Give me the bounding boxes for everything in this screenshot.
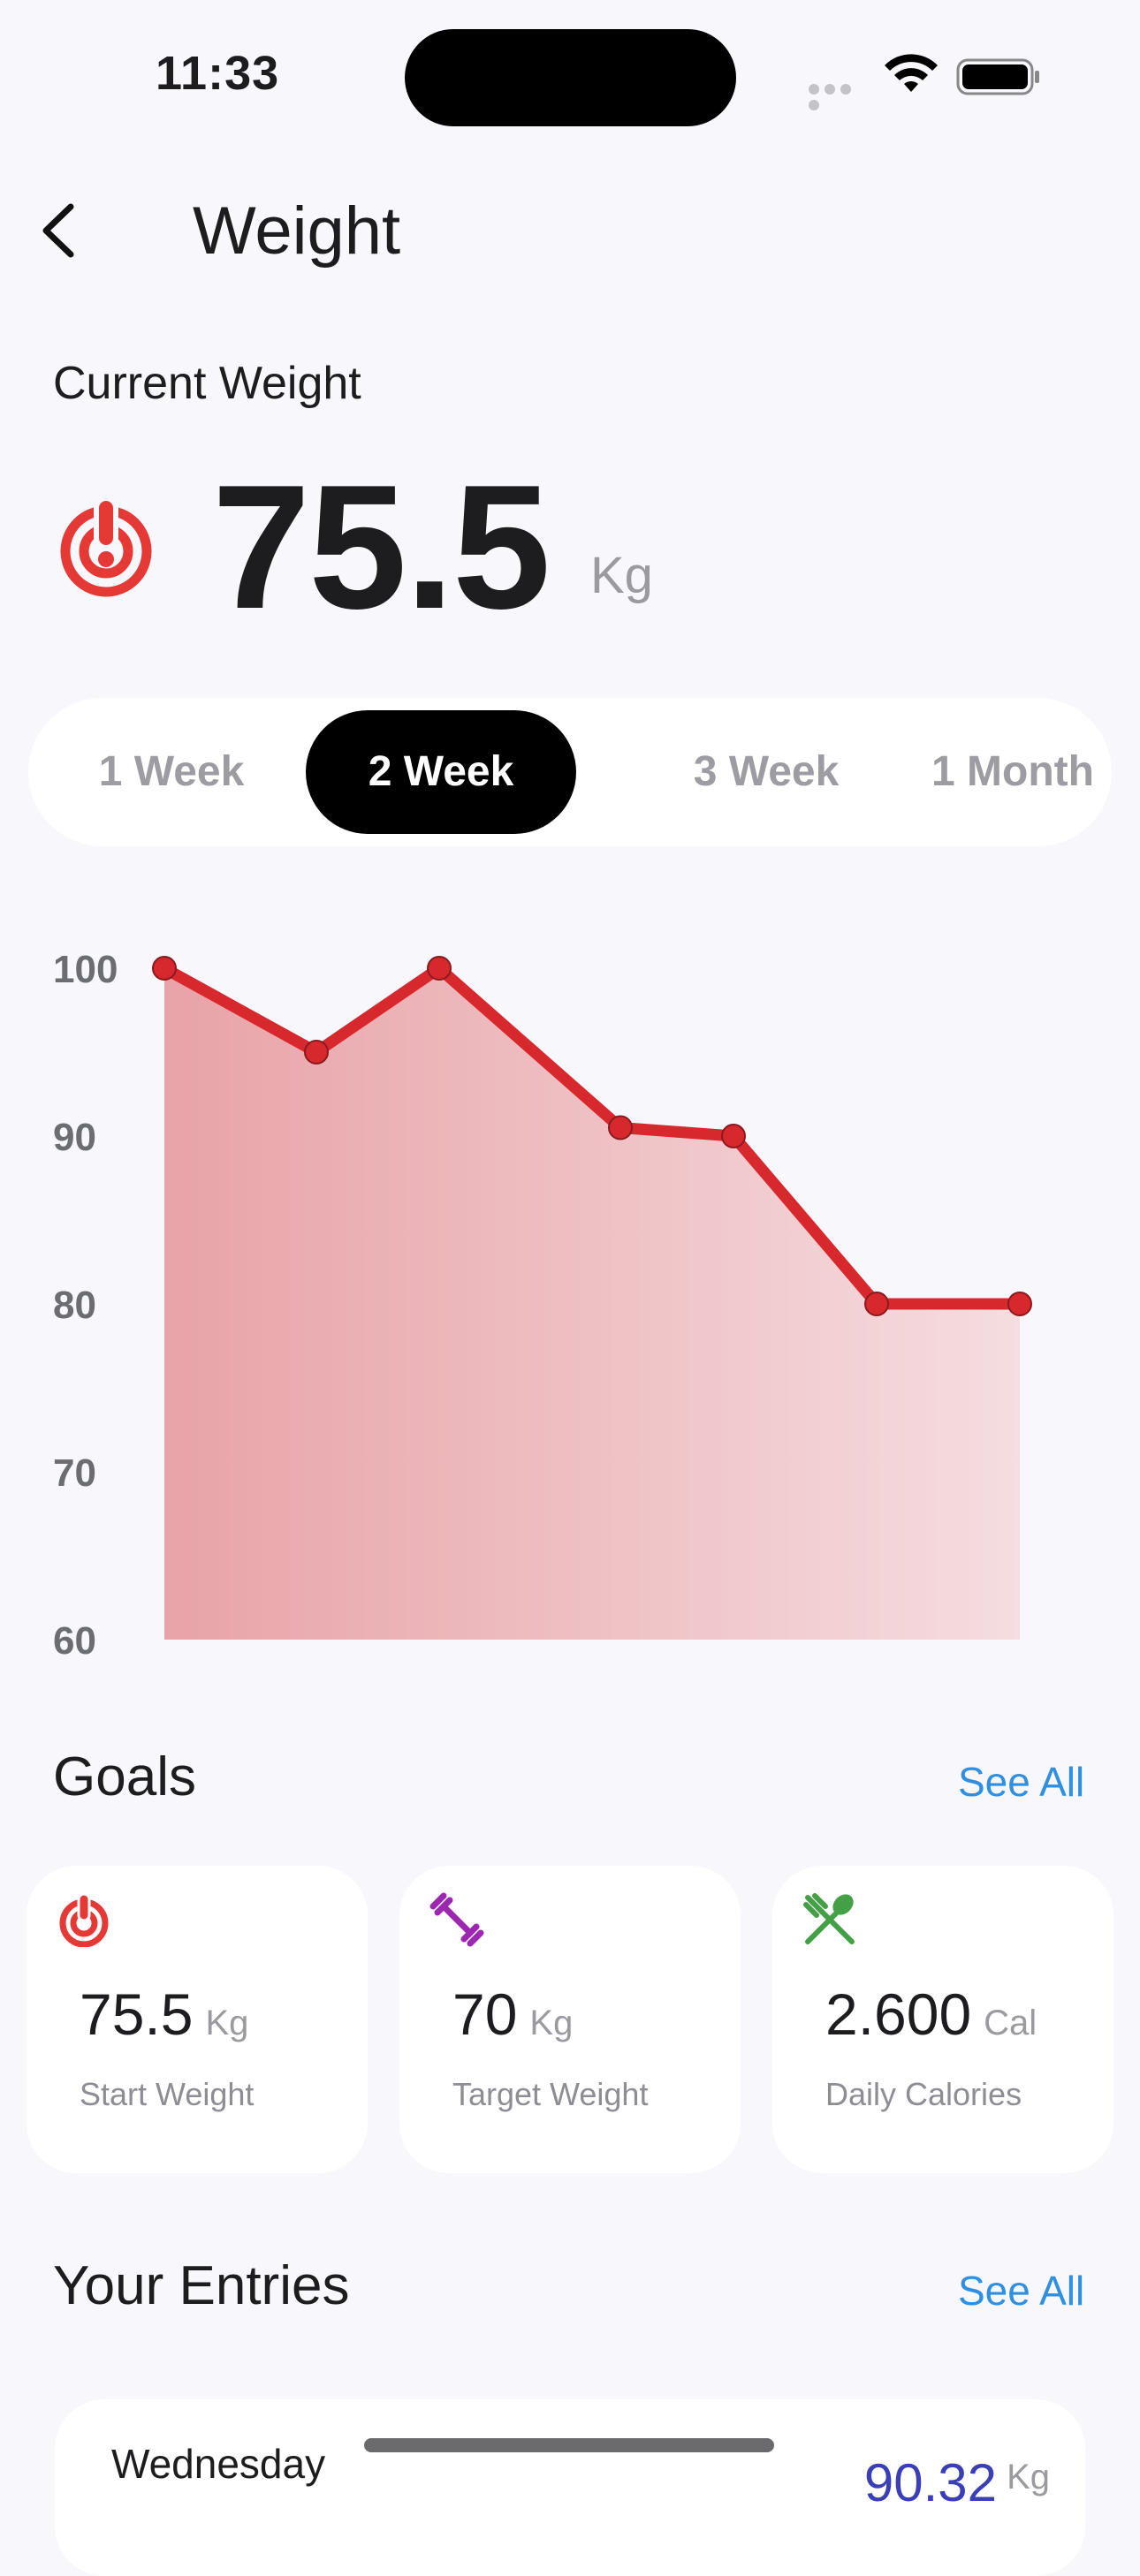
tab-3-week[interactable]: 3 Week [629, 698, 903, 846]
goal-unit: Cal [984, 2004, 1037, 2042]
page-title: Weight [193, 193, 401, 269]
weight-chart: 100 90 80 70 60 [53, 948, 1032, 1663]
goals-see-all-link[interactable]: See All [958, 1758, 1084, 1806]
y-tick-label: 80 [53, 1284, 96, 1327]
goal-label: Daily Calories [825, 2076, 1022, 2112]
goal-number: 2.600 [825, 1981, 972, 2047]
goal-number: 75.5 [80, 1981, 194, 2047]
entry-day: Wednesday [111, 2441, 326, 2487]
period-selector: 1 Week 2 Week 3 Week 1 Month [28, 698, 1112, 846]
goal-value: 70 Kg [452, 1981, 573, 2048]
entry-unit: Kg [1007, 2458, 1050, 2496]
dynamic-island [405, 29, 736, 126]
tab-1-week[interactable]: 1 Week [39, 698, 304, 846]
battery-icon [956, 58, 1039, 95]
entries-see-all-link[interactable]: See All [958, 2267, 1084, 2315]
goal-label: Start Weight [80, 2076, 255, 2112]
y-tick-label: 70 [53, 1451, 96, 1495]
chart-point[interactable] [721, 1124, 746, 1148]
target-alert-icon [60, 496, 152, 597]
y-tick-label: 100 [53, 948, 118, 991]
current-weight-label: Current Weight [53, 358, 361, 409]
cellular-signal-icon [809, 83, 869, 110]
chart-point[interactable] [608, 1115, 633, 1140]
entry-row[interactable]: Wednesday 90.32 Kg [55, 2399, 1085, 2576]
goal-value: 75.5 Kg [80, 1981, 248, 2048]
y-tick-label: 60 [53, 1619, 96, 1663]
current-weight-value: 75.5 [212, 449, 551, 646]
goal-unit: Kg [529, 2004, 574, 2042]
goal-number: 70 [452, 1981, 518, 2047]
target-icon [59, 1892, 109, 1947]
status-time: 11:33 [156, 47, 280, 100]
goal-card-start-weight[interactable]: 75.5 Kg Start Weight [27, 1866, 368, 2173]
back-chevron-icon[interactable] [35, 200, 85, 261]
tab-2-week[interactable]: 2 Week [306, 710, 576, 834]
current-weight-unit: Kg [590, 547, 653, 604]
entry-value: 90.32 [863, 2453, 997, 2512]
goal-card-daily-calories[interactable]: 2.600 Cal Daily Calories [772, 1866, 1113, 2173]
dumbbell-icon [429, 1892, 484, 1947]
chart-point[interactable] [1007, 1292, 1032, 1316]
fork-spoon-icon [803, 1893, 855, 1944]
chart-point[interactable] [864, 1292, 889, 1316]
goals-title: Goals [53, 1746, 196, 1807]
goal-label: Target Weight [452, 2076, 649, 2112]
tab-1-month[interactable]: 1 Month [889, 698, 1136, 846]
goal-value: 2.600 Cal [825, 1981, 1037, 2048]
entries-title: Your Entries [53, 2255, 350, 2316]
chart-point[interactable] [427, 956, 452, 981]
goal-unit: Kg [205, 2004, 249, 2042]
wifi-icon [885, 54, 938, 92]
home-indicator[interactable] [364, 2438, 774, 2452]
chart-point[interactable] [152, 956, 177, 981]
chart-point[interactable] [304, 1040, 329, 1064]
goal-card-target-weight[interactable]: 70 Kg Target Weight [399, 1866, 741, 2173]
y-tick-label: 90 [53, 1116, 96, 1159]
